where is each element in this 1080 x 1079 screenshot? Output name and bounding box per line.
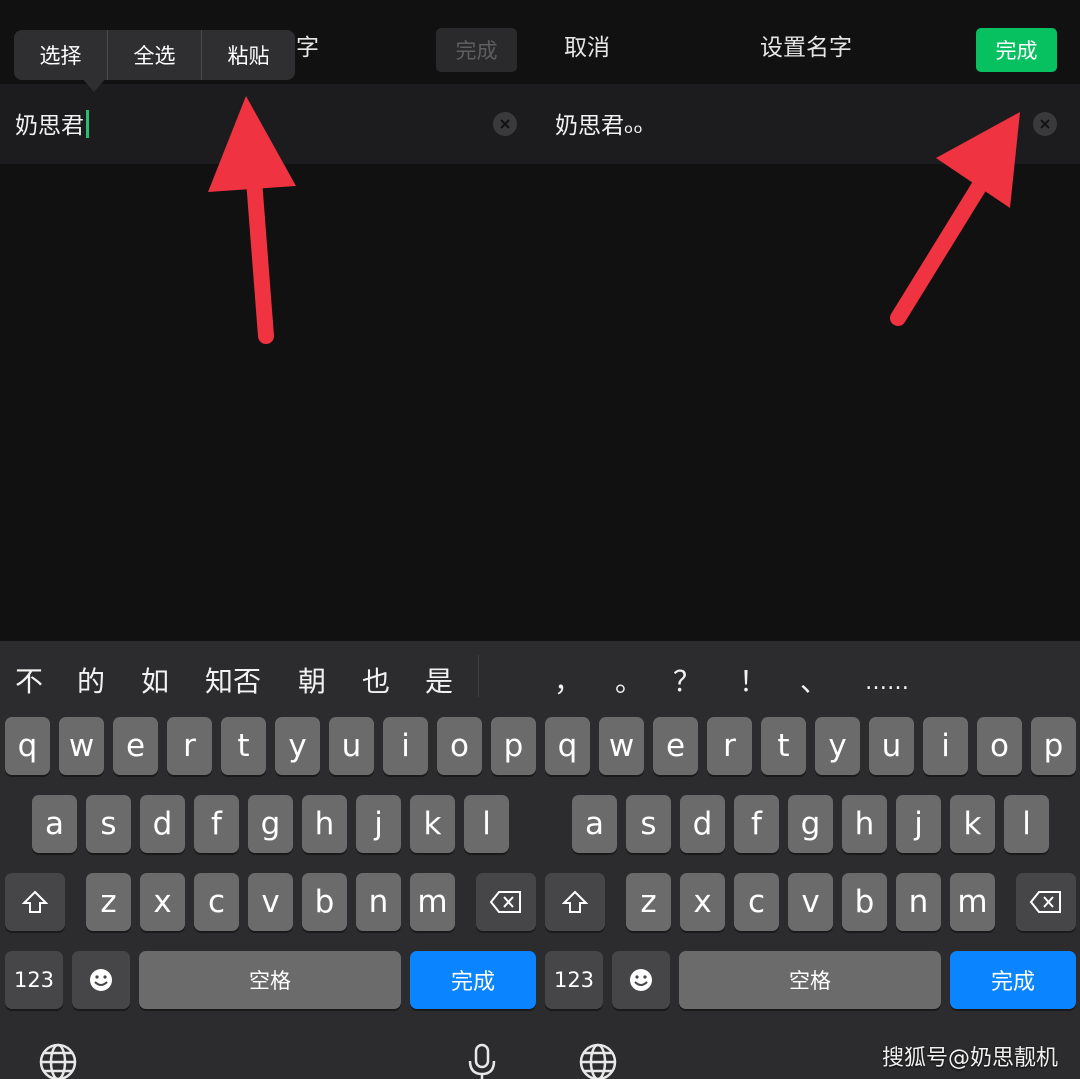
key-h[interactable]: h xyxy=(302,795,347,853)
key-m[interactable]: m xyxy=(950,873,995,931)
key-s[interactable]: s xyxy=(626,795,671,853)
key-j[interactable]: j xyxy=(896,795,941,853)
key-n[interactable]: n xyxy=(356,873,401,931)
shift-icon xyxy=(22,890,48,913)
key-r[interactable]: r xyxy=(167,717,212,775)
key-m[interactable]: m xyxy=(410,873,455,931)
key-o[interactable]: o xyxy=(977,717,1022,775)
key-h[interactable]: h xyxy=(842,795,887,853)
key-g[interactable]: g xyxy=(248,795,293,853)
left-screen: 字 完成 奶思君 选择 全选 粘贴 不 的 如 知否 朝 也 是 q w e r… xyxy=(0,0,540,1079)
key-j[interactable]: j xyxy=(356,795,401,853)
punctuation-key[interactable]: …… xyxy=(865,670,909,695)
candidate-divider xyxy=(478,655,479,697)
key-z[interactable]: z xyxy=(86,873,131,931)
candidate-word[interactable]: 是 xyxy=(425,660,453,700)
key-s[interactable]: s xyxy=(86,795,131,853)
key-r[interactable]: r xyxy=(707,717,752,775)
key-g[interactable]: g xyxy=(788,795,833,853)
key-y[interactable]: y xyxy=(275,717,320,775)
key-e[interactable]: e xyxy=(653,717,698,775)
key-l[interactable]: l xyxy=(1004,795,1049,853)
number-key[interactable]: 123 xyxy=(545,951,603,1009)
backspace-icon xyxy=(1029,891,1061,913)
key-t[interactable]: t xyxy=(221,717,266,775)
punctuation-key[interactable]: ？ xyxy=(673,660,701,700)
key-f[interactable]: f xyxy=(734,795,779,853)
space-key[interactable]: 空格 xyxy=(679,951,941,1009)
shift-key[interactable] xyxy=(5,873,65,931)
key-w[interactable]: w xyxy=(599,717,644,775)
key-d[interactable]: d xyxy=(140,795,185,853)
candidate-word[interactable]: 不 xyxy=(15,660,43,700)
punctuation-key[interactable]: 、 xyxy=(800,660,828,700)
key-y[interactable]: y xyxy=(815,717,860,775)
key-d[interactable]: d xyxy=(680,795,725,853)
key-z[interactable]: z xyxy=(626,873,671,931)
key-k[interactable]: k xyxy=(950,795,995,853)
keyboard xyxy=(0,641,540,1079)
emoji-icon xyxy=(90,969,112,991)
key-i[interactable]: i xyxy=(923,717,968,775)
candidate-word[interactable]: 的 xyxy=(77,660,105,700)
punctuation-key[interactable]: 。 xyxy=(615,660,643,700)
key-q[interactable]: q xyxy=(545,717,590,775)
key-v[interactable]: v xyxy=(788,873,833,931)
candidate-word[interactable]: 知否 xyxy=(205,660,261,700)
key-f[interactable]: f xyxy=(194,795,239,853)
punctuation-key[interactable]: ， xyxy=(554,660,582,700)
candidate-word[interactable]: 也 xyxy=(362,660,390,700)
backspace-icon xyxy=(489,891,521,913)
candidate-word[interactable]: 朝 xyxy=(298,660,326,700)
key-u[interactable]: u xyxy=(869,717,914,775)
watermark: 搜狐号@奶思靓机 xyxy=(882,1046,1059,1071)
globe-icon[interactable] xyxy=(38,1042,78,1079)
key-p[interactable]: p xyxy=(491,717,536,775)
key-v[interactable]: v xyxy=(248,873,293,931)
key-a[interactable]: a xyxy=(32,795,77,853)
space-key[interactable]: 空格 xyxy=(139,951,401,1009)
keyboard-done-key[interactable]: 完成 xyxy=(950,951,1076,1009)
globe-icon[interactable] xyxy=(578,1042,618,1079)
key-x[interactable]: x xyxy=(680,873,725,931)
punctuation-key[interactable]: ！ xyxy=(739,660,767,700)
key-c[interactable]: c xyxy=(734,873,779,931)
red-arrow-annotation xyxy=(890,112,1020,326)
key-t[interactable]: t xyxy=(761,717,806,775)
backspace-key[interactable] xyxy=(476,873,536,931)
emoji-key[interactable] xyxy=(72,951,130,1009)
key-u[interactable]: u xyxy=(329,717,374,775)
key-n[interactable]: n xyxy=(896,873,941,931)
key-l[interactable]: l xyxy=(464,795,509,853)
key-i[interactable]: i xyxy=(383,717,428,775)
backspace-key[interactable] xyxy=(1016,873,1076,931)
key-b[interactable]: b xyxy=(302,873,347,931)
shift-key[interactable] xyxy=(545,873,605,931)
key-x[interactable]: x xyxy=(140,873,185,931)
emoji-key[interactable] xyxy=(612,951,670,1009)
right-screen: 取消 设置名字 完成 奶思君ₒₒ ， 。 ？ ！ 、 …… q w e r t … xyxy=(540,0,1080,1079)
key-q[interactable]: q xyxy=(5,717,50,775)
key-c[interactable]: c xyxy=(194,873,239,931)
key-a[interactable]: a xyxy=(572,795,617,853)
key-o[interactable]: o xyxy=(437,717,482,775)
microphone-icon[interactable] xyxy=(466,1042,498,1079)
shift-icon xyxy=(562,890,588,913)
candidate-word[interactable]: 如 xyxy=(141,660,169,700)
keyboard-done-key[interactable]: 完成 xyxy=(410,951,536,1009)
key-b[interactable]: b xyxy=(842,873,887,931)
key-e[interactable]: e xyxy=(113,717,158,775)
emoji-icon xyxy=(630,969,652,991)
key-w[interactable]: w xyxy=(59,717,104,775)
keyboard xyxy=(540,641,1080,1079)
number-key[interactable]: 123 xyxy=(5,951,63,1009)
key-k[interactable]: k xyxy=(410,795,455,853)
key-p[interactable]: p xyxy=(1031,717,1076,775)
red-arrow-annotation xyxy=(208,96,296,344)
